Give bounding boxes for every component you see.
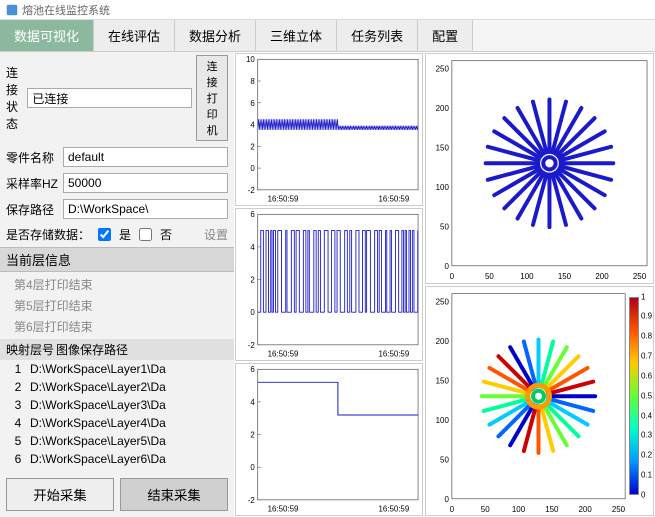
window-title: 熔池在线监控系统: [22, 2, 110, 18]
part-name-label: 零件名称: [6, 149, 59, 166]
signal-chart-2: -2 0 2 4 6 16:50:59 16:50:59: [235, 208, 423, 361]
sample-rate-label: 采样率HZ: [6, 175, 59, 192]
svg-text:0: 0: [444, 262, 449, 271]
tab-0[interactable]: 数据可视化: [0, 20, 94, 51]
layer-item: 第4层打印结束: [0, 274, 234, 295]
connect-button[interactable]: 连接打印机: [196, 55, 228, 141]
tab-4[interactable]: 任务列表: [337, 20, 418, 51]
save-yes-checkbox[interactable]: [98, 228, 111, 241]
app-icon: [6, 4, 18, 16]
tab-bar: 数据可视化在线评估数据分析三维立体任务列表配置: [0, 20, 655, 52]
table-row[interactable]: 5D:\WorkSpace\Layer5\Da: [0, 432, 234, 450]
table-row[interactable]: 6D:\WorkSpace\Layer6\Da: [0, 450, 234, 468]
svg-text:4: 4: [250, 398, 255, 407]
map-col2: 图像保存路径: [56, 341, 128, 358]
sample-rate-input[interactable]: [63, 173, 228, 193]
settings-link[interactable]: 设置: [204, 226, 228, 243]
map-col1: 映射层号: [6, 341, 56, 358]
svg-text:6: 6: [250, 99, 255, 108]
svg-text:6: 6: [250, 365, 255, 374]
tab-5[interactable]: 配置: [418, 20, 473, 51]
radial-chart-mono: 0 50 100 150 200 250 0 50 100 150 200 250: [425, 53, 654, 284]
save-path-input[interactable]: [63, 199, 228, 219]
scatter-column: 0 50 100 150 200 250 0 50 100 150 200 250 0 50 100 150…: [424, 52, 655, 517]
tab-2[interactable]: 数据分析: [175, 20, 256, 51]
svg-text:16:50:59: 16:50:59: [378, 350, 409, 359]
svg-text:16:50:59: 16:50:59: [268, 195, 299, 204]
svg-text:2: 2: [250, 431, 254, 440]
part-name-input[interactable]: [63, 147, 228, 167]
svg-text:-2: -2: [248, 341, 255, 350]
svg-text:100: 100: [520, 272, 534, 281]
svg-text:50: 50: [440, 222, 449, 231]
svg-text:0: 0: [250, 308, 255, 317]
no-label: 否: [160, 226, 172, 243]
left-panel: 连接状态 连接打印机 零件名称 采样率HZ 保存路径 是否存储数据： 是 否 设…: [0, 52, 234, 517]
signal-chart-1: -2 0 2 4 6 8 10 16:50:59 16:50:59: [235, 53, 423, 206]
svg-text:16:50:59: 16:50:59: [268, 350, 299, 359]
svg-text:200: 200: [595, 272, 609, 281]
svg-text:2: 2: [250, 142, 254, 151]
svg-text:150: 150: [558, 272, 572, 281]
save-path-label: 保存路径: [6, 201, 59, 218]
svg-text:0: 0: [250, 463, 255, 472]
svg-text:4: 4: [250, 121, 255, 130]
svg-text:150: 150: [436, 143, 450, 152]
current-layer-header: 当前层信息: [0, 247, 234, 272]
table-row[interactable]: 3D:\WorkSpace\Layer3\Da: [0, 396, 234, 414]
mapping-list: 1D:\WorkSpace\Layer1\Da2D:\WorkSpace\Lay…: [0, 360, 234, 472]
signal-chart-3: -2 0 2 4 6 16:50:59 16:50:59: [235, 363, 423, 516]
conn-status-input[interactable]: [27, 88, 192, 108]
svg-text:100: 100: [436, 415, 450, 424]
svg-text:200: 200: [436, 104, 450, 113]
table-row[interactable]: 2D:\WorkSpace\Layer2\Da: [0, 378, 234, 396]
svg-text:100: 100: [436, 183, 450, 192]
table-row[interactable]: 1D:\WorkSpace\Layer1\Da: [0, 360, 234, 378]
svg-text:50: 50: [485, 272, 494, 281]
svg-text:200: 200: [436, 337, 450, 346]
layer-item: 第6层打印结束: [0, 316, 234, 337]
svg-text:16:50:59: 16:50:59: [378, 195, 409, 204]
svg-text:250: 250: [633, 272, 647, 281]
start-capture-button[interactable]: 开始采集: [6, 478, 114, 511]
save-no-checkbox[interactable]: [139, 228, 152, 241]
svg-text:8: 8: [250, 77, 255, 86]
tab-1[interactable]: 在线评估: [94, 20, 175, 51]
layer-item: 第5层打印结束: [0, 295, 234, 316]
stop-capture-button[interactable]: 结束采集: [120, 478, 228, 511]
svg-text:2: 2: [250, 276, 254, 285]
svg-text:0: 0: [250, 164, 255, 173]
svg-text:0: 0: [450, 272, 455, 281]
svg-text:6: 6: [250, 210, 255, 219]
svg-text:50: 50: [440, 455, 449, 464]
radial-chart-color: 05010015020025005010015020025000.10.20.3…: [425, 286, 654, 517]
tab-3[interactable]: 三维立体: [256, 20, 337, 51]
layer-list: 第4层打印结束第5层打印结束第6层打印结束: [0, 272, 234, 339]
yes-label: 是: [119, 226, 131, 243]
svg-text:16:50:59: 16:50:59: [268, 505, 299, 514]
svg-text:-2: -2: [248, 496, 255, 505]
mapping-header: 映射层号 图像保存路径: [0, 339, 234, 360]
titlebar: 熔池在线监控系统: [0, 0, 655, 20]
svg-text:150: 150: [436, 376, 450, 385]
table-row[interactable]: 4D:\WorkSpace\Layer4\Da: [0, 414, 234, 432]
svg-text:250: 250: [436, 297, 450, 306]
save-data-label: 是否存储数据：: [6, 226, 90, 243]
conn-status-label: 连接状态: [6, 64, 23, 132]
signal-strip-column: -2 0 2 4 6 8 10 16:50:59 16:50:59 -2 0 2 4 6 16:50:59…: [234, 52, 424, 517]
svg-text:4: 4: [250, 243, 255, 252]
svg-text:16:50:59: 16:50:59: [378, 505, 409, 514]
svg-text:0: 0: [444, 494, 449, 503]
svg-text:-2: -2: [248, 186, 255, 195]
svg-text:250: 250: [436, 65, 450, 74]
svg-text:10: 10: [246, 55, 255, 64]
